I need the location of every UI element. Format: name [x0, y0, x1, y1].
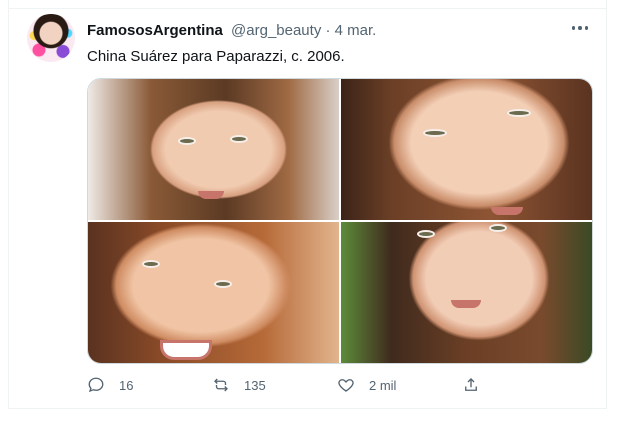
author-name[interactable]: FamososArgentina — [87, 22, 223, 39]
eye-shape — [417, 230, 435, 238]
like-count: 2 mil — [369, 377, 397, 393]
mouth-shape — [160, 340, 212, 360]
eye-shape — [142, 260, 160, 268]
tweet-actions: 16 135 2 mil — [87, 372, 593, 398]
media-grid — [87, 78, 593, 364]
mouth-shape — [198, 191, 224, 199]
eye-shape — [423, 129, 447, 137]
reply-icon — [88, 377, 104, 393]
photo-1[interactable] — [88, 79, 339, 220]
author-handle[interactable]: @arg_beauty — [231, 22, 321, 39]
share-icon — [465, 378, 477, 391]
photo-4[interactable] — [341, 222, 592, 363]
reply-count: 16 — [119, 377, 134, 393]
eye-shape — [489, 224, 507, 232]
eye-shape — [178, 137, 196, 145]
heart-icon — [338, 379, 354, 392]
retweet-button[interactable]: 135 — [212, 376, 337, 394]
photo-3[interactable] — [88, 222, 339, 363]
retweet-icon — [214, 378, 228, 392]
like-button[interactable]: 2 mil — [337, 376, 462, 394]
tweet-text: China Suárez para Paparazzi, c. 2006. — [87, 48, 345, 65]
mouth-shape — [491, 207, 523, 215]
eye-shape — [230, 135, 248, 143]
divider — [9, 8, 606, 9]
retweet-count: 135 — [244, 377, 266, 393]
tweet-date[interactable]: 4 mar. — [335, 22, 377, 39]
more-horizontal-icon[interactable] — [570, 22, 590, 34]
tweet-header: FamososArgentina @arg_beauty · 4 mar. — [87, 22, 376, 39]
mouth-shape — [451, 300, 481, 308]
tweet-card[interactable]: FamososArgentina @arg_beauty · 4 mar. Ch… — [8, 0, 607, 409]
separator-dot: · — [325, 22, 331, 39]
photo-2[interactable] — [341, 79, 592, 220]
share-button[interactable] — [462, 376, 587, 394]
avatar[interactable] — [27, 14, 75, 62]
reply-button[interactable]: 16 — [87, 376, 212, 394]
eye-shape — [214, 280, 232, 288]
eye-shape — [507, 109, 531, 117]
